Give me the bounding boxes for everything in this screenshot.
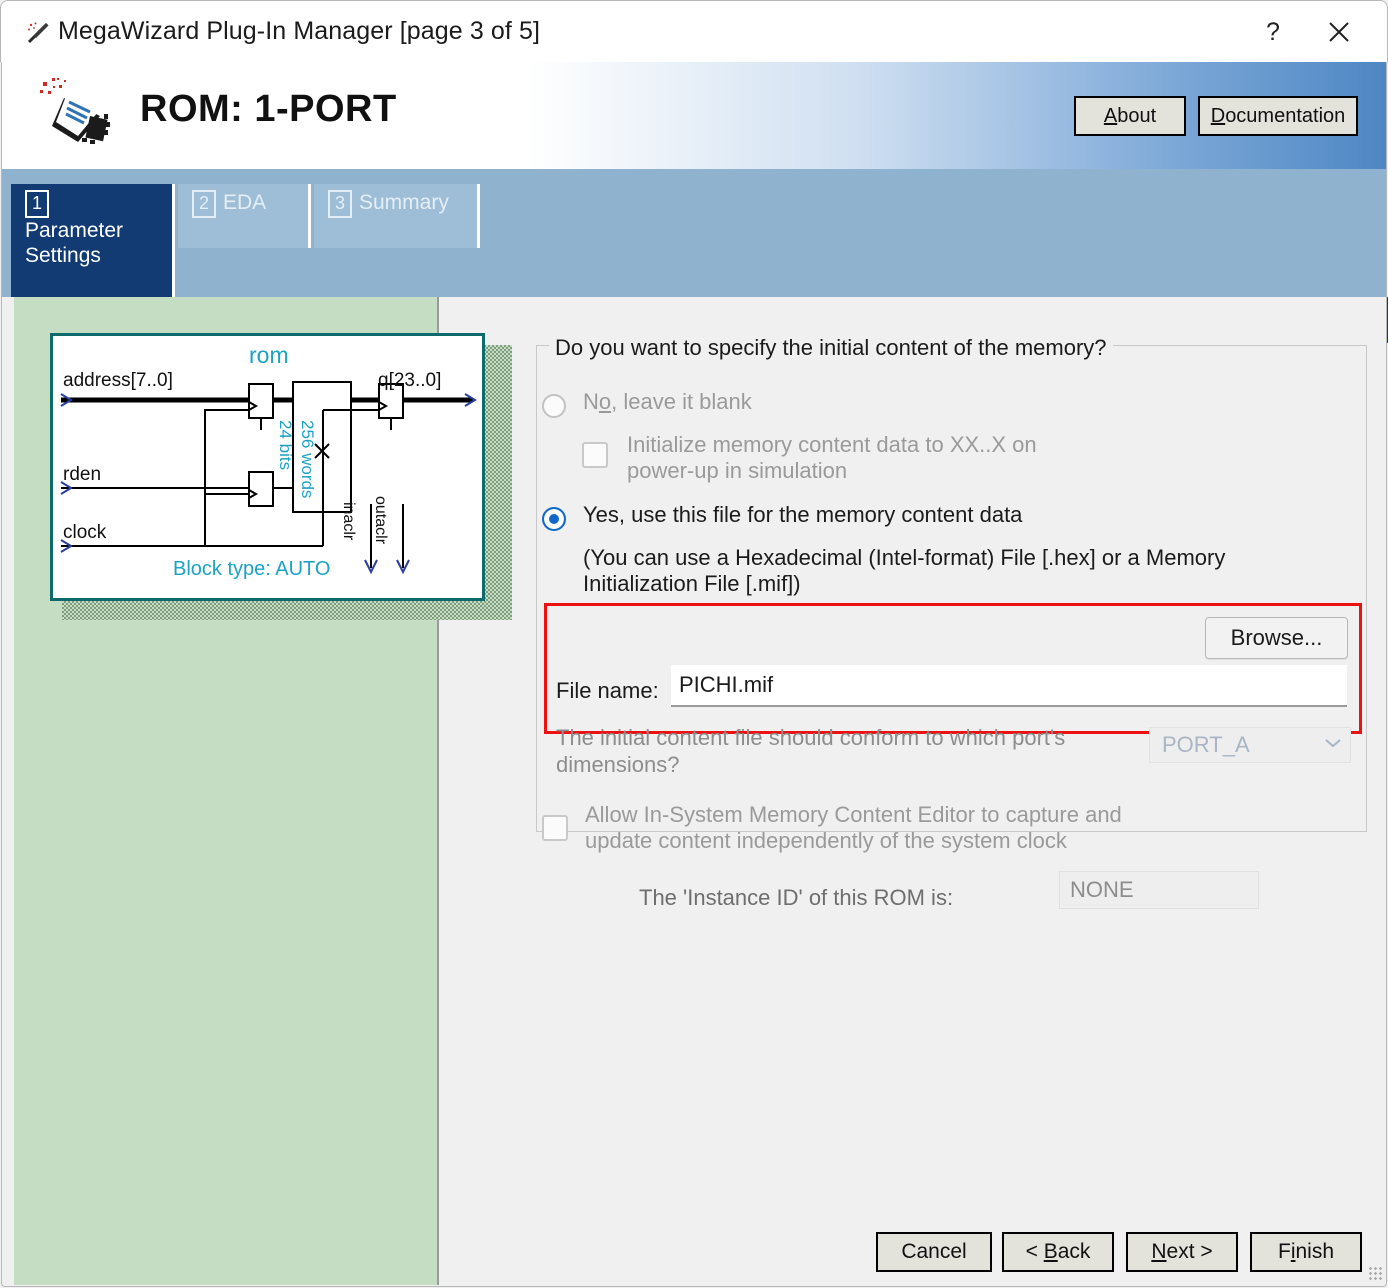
port-dimensions-question: The initial content file should conform … xyxy=(556,725,1066,777)
resize-grip[interactable] xyxy=(1368,1266,1382,1280)
diagram-mem-bits: 24 bits xyxy=(276,420,295,471)
documentation-button[interactable]: Documentation xyxy=(1198,96,1358,136)
checkbox-allow-isme[interactable] xyxy=(542,815,568,841)
browse-button[interactable]: Browse... xyxy=(1205,617,1348,659)
radio-no-label-pre: N xyxy=(583,389,599,414)
about-accel: A xyxy=(1103,104,1118,127)
filename-label: File name: xyxy=(556,678,659,703)
next-accel: N xyxy=(1151,1240,1167,1263)
tab-number-3: 3 xyxy=(328,190,352,218)
back-label-post: ack xyxy=(1057,1240,1091,1263)
radio-yes-use-file-label: Yes, use this file for the memory conten… xyxy=(583,502,1023,527)
tab-label-1: Parameter Settings xyxy=(25,219,124,267)
port-dimensions-value: PORT_A xyxy=(1162,732,1250,757)
tab-label-2: EDA xyxy=(223,191,267,214)
file-format-hint: (You can use a Hexadecimal (Intel-format… xyxy=(583,545,1226,596)
radio-no-label-accel: o xyxy=(598,389,612,414)
tab-strip: 1Parameter Settings 2EDA 3Summary Genera… xyxy=(1,169,1388,343)
about-button[interactable]: About xyxy=(1074,96,1186,136)
diagram-port-address: address[7..0] xyxy=(63,370,173,391)
port-dimensions-select[interactable]: PORT_A xyxy=(1149,727,1351,763)
dialog-body: rom address[7..0] rden clock q[23..0] 24… xyxy=(1,297,1387,1287)
diagram-outaclr: outaclr xyxy=(372,496,389,545)
diagram-inaclr: inaclr xyxy=(340,502,357,541)
diagram-mem-words: 256 words xyxy=(298,420,317,499)
tab-label-3: Summary xyxy=(359,191,449,214)
checkbox-initialize-xx-label: Initialize memory content data to XX..X … xyxy=(627,432,1037,483)
instance-id-label: The 'Instance ID' of this ROM is: xyxy=(639,885,954,910)
megawizard-chip-logo xyxy=(38,76,124,154)
diagram-block-name: rom xyxy=(249,342,289,368)
back-accel: B xyxy=(1043,1240,1058,1263)
help-button[interactable]: ? xyxy=(1245,9,1301,55)
tab-number-2: 2 xyxy=(192,190,216,218)
diagram-block-type: Block type: AUTO xyxy=(173,558,331,580)
settings-content: Do you want to specify the initial conte… xyxy=(439,297,1387,1285)
groupbox-legend: Do you want to specify the initial conte… xyxy=(549,335,1113,361)
tab-parameter-settings[interactable]: 1Parameter Settings xyxy=(11,184,175,297)
finish-label-pre: F xyxy=(1277,1240,1291,1263)
about-label-rest: bout xyxy=(1117,104,1157,127)
back-button[interactable]: < Back xyxy=(1002,1232,1114,1272)
checkbox-allow-isme-label: Allow In-System Memory Content Editor to… xyxy=(585,802,1122,853)
diagram-port-q: q[23..0] xyxy=(378,370,442,391)
radio-yes-use-file[interactable] xyxy=(542,507,566,531)
chevron-down-icon xyxy=(1316,736,1350,754)
doc-label-rest: ocumentation xyxy=(1225,104,1346,127)
wand-icon xyxy=(25,21,51,45)
preview-panel: rom address[7..0] rden clock q[23..0] 24… xyxy=(14,297,512,1285)
rom-block-diagram: rom address[7..0] rden clock q[23..0] 24… xyxy=(50,333,485,601)
tab-number-1: 1 xyxy=(25,190,49,218)
back-label-pre: < xyxy=(1025,1240,1044,1263)
tab-summary[interactable]: 3 Summary xyxy=(314,184,480,248)
next-button[interactable]: Next > xyxy=(1126,1232,1238,1272)
radio-no-label-post: , leave it blank xyxy=(611,389,752,414)
doc-accel: D xyxy=(1210,104,1226,127)
finish-label-post: nish xyxy=(1295,1240,1335,1263)
radio-no-leave-blank[interactable] xyxy=(542,394,566,418)
diagram-port-clock: clock xyxy=(63,522,107,543)
instance-id-value: NONE xyxy=(1059,871,1259,909)
close-icon[interactable] xyxy=(1311,9,1367,55)
megawizard-dialog: MegaWizard Plug-In Manager [page 3 of 5]… xyxy=(0,0,1388,1288)
title-bar: MegaWizard Plug-In Manager [page 3 of 5]… xyxy=(0,0,1388,62)
diagram-port-rden: rden xyxy=(63,464,102,485)
finish-button[interactable]: Finish xyxy=(1250,1232,1362,1272)
radio-no-leave-blank-label: No, leave it blank xyxy=(583,389,752,415)
next-label-post: ext > xyxy=(1166,1240,1213,1263)
tab-eda[interactable]: 2 EDA xyxy=(178,184,311,248)
page-title: ROM: 1-PORT xyxy=(140,88,397,130)
cancel-button[interactable]: Cancel xyxy=(876,1232,992,1272)
filename-input[interactable] xyxy=(671,665,1347,707)
checkbox-initialize-xx[interactable] xyxy=(582,442,608,468)
product-banner: ROM: 1-PORT About Documentation xyxy=(1,62,1387,169)
window-title: MegaWizard Plug-In Manager [page 3 of 5] xyxy=(58,17,541,45)
